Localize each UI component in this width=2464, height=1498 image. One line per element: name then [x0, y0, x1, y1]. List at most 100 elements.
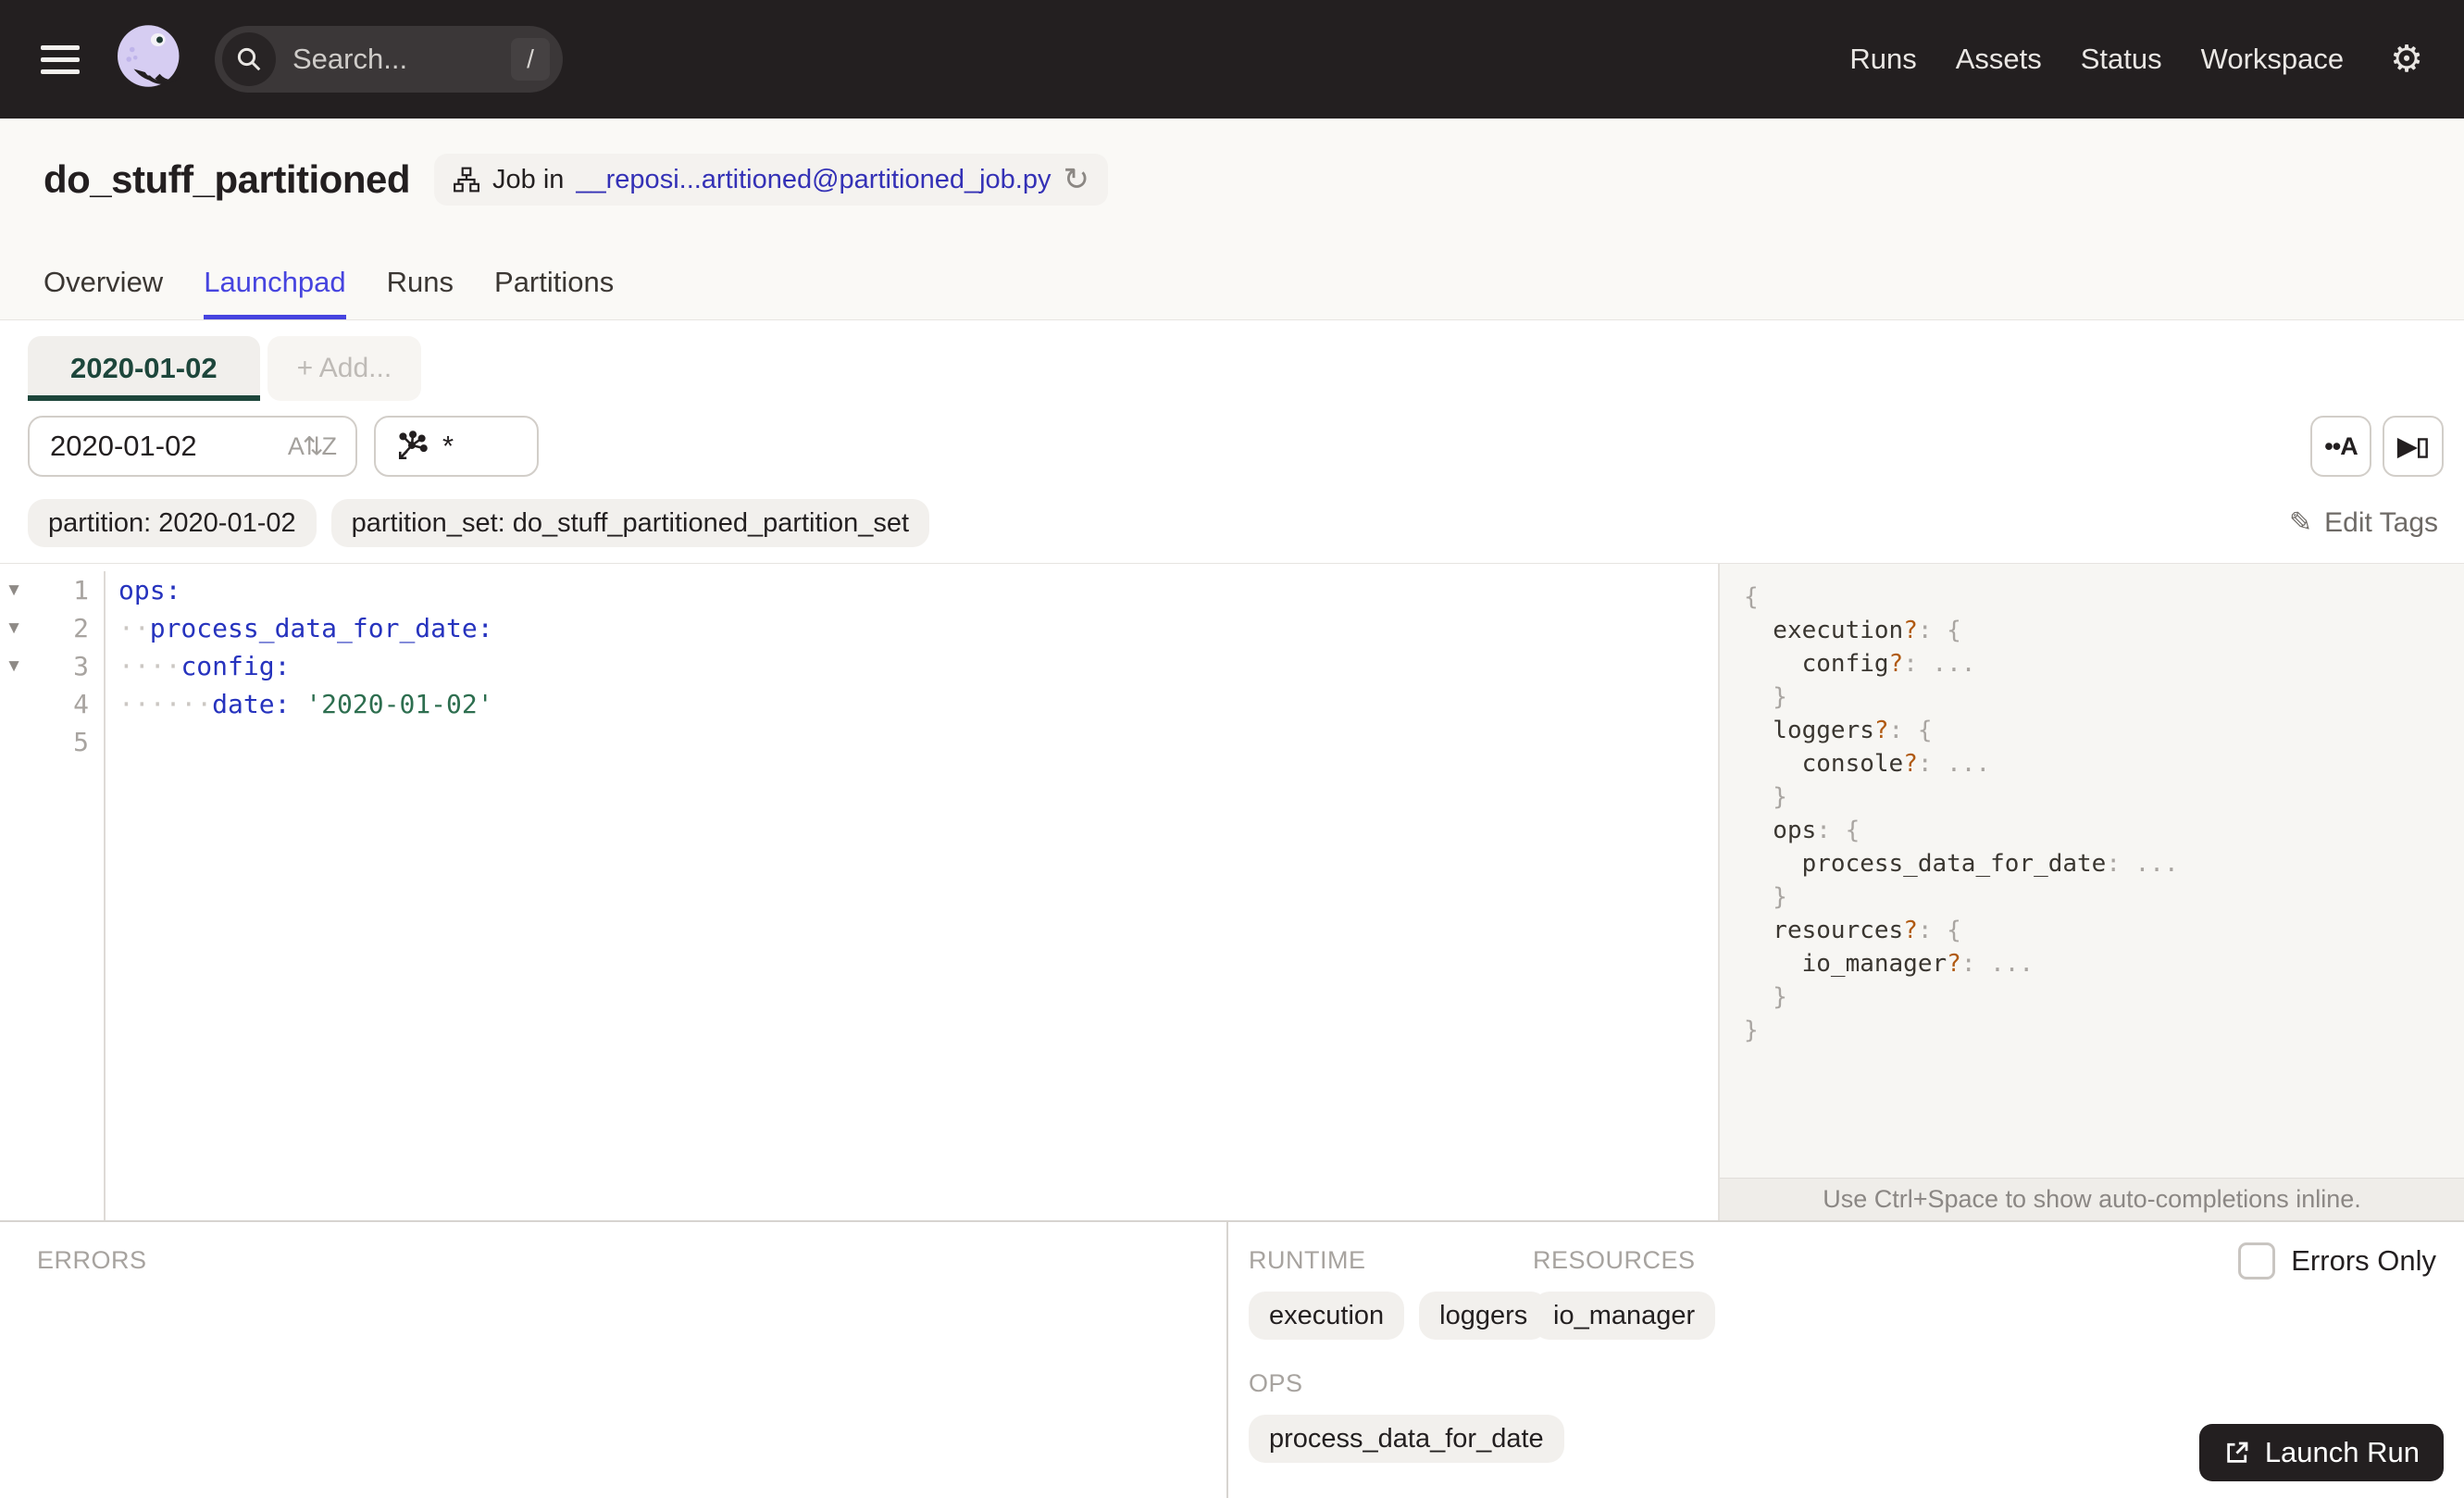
code-token: ops	[1773, 817, 1817, 844]
nav-link-assets[interactable]: Assets	[1956, 43, 2042, 76]
autocomplete-icon: ••A	[2324, 431, 2358, 460]
fold-toggle-icon[interactable]: ▼	[0, 609, 28, 647]
meta-label-ops: OPS	[1249, 1369, 1303, 1397]
config-editor[interactable]: ▼ ▼ ▼ 12345 ops: ··process_data_for_date: ··…	[0, 564, 1718, 1220]
fold-cell-empty	[0, 723, 28, 761]
scaffold-config-button[interactable]: ▶▯	[2383, 416, 2444, 477]
code-token: loggers	[1773, 717, 1874, 744]
schema-line: resources?: {	[1744, 914, 2464, 947]
nav-link-status[interactable]: Status	[2081, 43, 2162, 76]
top-navbar: / Runs Assets Status Workspace ⚙	[0, 0, 2464, 119]
autocomplete-button[interactable]: ••A	[2310, 416, 2371, 477]
tag-pill: partition: 2020-01-02	[28, 499, 317, 547]
code-token: ··	[118, 613, 150, 643]
code-token: execution	[1773, 617, 1904, 644]
op-selector-field[interactable]	[374, 416, 539, 477]
code-token: ?	[1903, 617, 1918, 644]
sort-alpha-icon[interactable]: A⇅Z	[288, 432, 337, 461]
schema-line: {	[1744, 580, 2464, 614]
op-selector-input[interactable]	[442, 430, 498, 463]
page-title: do_stuff_partitioned	[44, 157, 411, 201]
code-token: ?	[1947, 950, 1961, 978]
line-number: 3	[73, 651, 89, 681]
code-token: : ...	[1903, 650, 1976, 678]
schema-line: }	[1744, 1014, 2464, 1047]
job-graph-icon	[454, 167, 479, 193]
nav-link-workspace[interactable]: Workspace	[2201, 43, 2345, 76]
meta-group-runtime: RUNTIME execution loggers	[1249, 1246, 1549, 1340]
schema-line: config?: ...	[1744, 647, 2464, 680]
code-token: date:	[212, 689, 291, 719]
navbar-links: Runs Assets Status Workspace	[1849, 43, 2344, 76]
launchpad-page: / Runs Assets Status Workspace ⚙ do_stuff_p…	[0, 0, 2464, 1498]
schema-line: loggers?: {	[1744, 714, 2464, 747]
meta-group-ops: OPS process_data_for_date	[1249, 1369, 1564, 1463]
job-tabs: Overview Launchpad Runs Partitions	[44, 266, 614, 319]
dagster-logo-icon[interactable]	[111, 20, 189, 98]
gear-icon[interactable]: ⚙	[2390, 41, 2423, 78]
external-link-icon	[2227, 1442, 2248, 1463]
errors-panel: ERRORS	[0, 1222, 1228, 1498]
line-number: 4	[73, 689, 89, 719]
fold-toggle-icon[interactable]: ▼	[0, 647, 28, 685]
tab-launchpad[interactable]: Launchpad	[204, 266, 347, 319]
code-token: : {	[1917, 617, 1961, 644]
config-schema-panel: {execution?: {config?: ...} loggers?: {co…	[1718, 564, 2464, 1220]
config-controls-row: A⇅Z ••A	[0, 401, 2464, 481]
line-number: 5	[73, 727, 89, 757]
op-graph-icon	[398, 431, 428, 460]
code-token: }	[1744, 1017, 1759, 1044]
launch-run-label: Launch Run	[2264, 1436, 2420, 1468]
job-file-link[interactable]: __reposi...artitioned@partitioned_job.py	[576, 165, 1051, 195]
schema-line: console?: ...	[1744, 747, 2464, 780]
code-token: : ...	[1960, 950, 2035, 978]
code-token: process_data_for_date	[1801, 850, 2107, 878]
code-token: ?	[1903, 917, 1918, 944]
partition-tab-strip: 2020-01-02 + Add...	[0, 320, 2464, 401]
code-token: io_manager	[1801, 950, 1948, 978]
code-token: ?	[1873, 717, 1889, 744]
tags-row: partition: 2020-01-02 partition_set: do_s…	[0, 481, 2464, 564]
errors-only-label: Errors Only	[2291, 1244, 2436, 1277]
schema-line: execution?: {	[1744, 614, 2464, 647]
code-token: config:	[180, 651, 291, 681]
tab-partitions[interactable]: Partitions	[494, 266, 614, 319]
edit-tags-button[interactable]: ✎ Edit Tags	[2289, 506, 2438, 539]
refresh-icon[interactable]: ↻	[1063, 164, 1089, 195]
partition-select-field[interactable]: A⇅Z	[28, 416, 357, 477]
code-token: ops:	[118, 575, 181, 605]
code-line: ··process_data_for_date:	[118, 609, 1718, 647]
line-number: 1	[73, 575, 89, 605]
schema-line: }	[1744, 980, 2464, 1014]
tag-list: partition: 2020-01-02 partition_set: do_s…	[28, 499, 944, 547]
search-input[interactable]	[292, 43, 511, 76]
schema-line: io_manager?: ...	[1744, 947, 2464, 980]
code-token: ?	[1903, 750, 1918, 778]
errors-only-toggle[interactable]: Errors Only	[2238, 1242, 2436, 1280]
partition-input[interactable]	[50, 430, 254, 463]
tab-runs[interactable]: Runs	[387, 266, 454, 319]
errors-only-checkbox[interactable]	[2238, 1242, 2276, 1280]
launch-run-button[interactable]: Launch Run	[2198, 1424, 2444, 1481]
code-token: : ...	[2106, 850, 2179, 878]
menu-icon[interactable]	[41, 44, 80, 74]
tag-pill: partition_set: do_stuff_partitioned_part…	[330, 499, 930, 547]
tab-overview[interactable]: Overview	[44, 266, 163, 319]
yaml-code-area[interactable]: ops: ··process_data_for_date: ····config: ·…	[106, 571, 1718, 1220]
code-token: }	[1773, 683, 1787, 711]
global-search[interactable]: /	[215, 26, 563, 93]
chip-row: io_manager	[1533, 1292, 2464, 1340]
code-token: process_data_for_date:	[149, 613, 493, 643]
errors-label: ERRORS	[37, 1246, 147, 1274]
add-config-tab[interactable]: + Add...	[267, 336, 422, 401]
code-token: }	[1773, 983, 1787, 1011]
partition-tab-2020-01-02[interactable]: 2020-01-02	[28, 336, 260, 401]
page-header: do_stuff_partitioned Job in __reposi...a…	[0, 119, 2464, 320]
fold-toggle-icon[interactable]: ▼	[0, 571, 28, 609]
schema-line: }	[1744, 780, 2464, 814]
chip-io_manager: io_manager	[1533, 1292, 1716, 1340]
meta-label-runtime: RUNTIME	[1249, 1246, 1366, 1274]
nav-link-runs[interactable]: Runs	[1849, 43, 1916, 76]
code-token: ?	[1888, 650, 1904, 678]
